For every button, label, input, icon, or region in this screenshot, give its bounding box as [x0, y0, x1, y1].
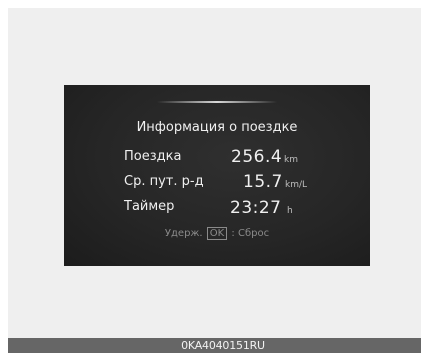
average-consumption-label: Ср. пут. р-д [124, 174, 204, 189]
trip-distance-value: 256.4 [231, 147, 283, 167]
reset-hint-prefix: Удерж. [164, 228, 203, 239]
image-code-label: 0KA4040151RU [181, 339, 265, 352]
timer-value: 23:27 [230, 198, 282, 218]
average-consumption-unit: km/L [285, 180, 308, 190]
reset-hint-suffix: : Сброс [231, 228, 270, 239]
ok-key-badge: OK [206, 227, 228, 240]
timer-label: Таймер [124, 199, 175, 214]
display-top-highlight [157, 101, 277, 103]
cluster-display: Информация о поездке Поездка 256.4 km Ср… [64, 85, 370, 266]
trip-distance-label: Поездка [124, 149, 182, 164]
reset-hint: Удерж. OK : Сброс [64, 227, 370, 240]
timer-unit: h [287, 206, 293, 216]
average-consumption-value: 15.7 [243, 172, 283, 192]
trip-distance-unit: km [284, 155, 298, 165]
trip-info-title: Информация о поездке [136, 120, 298, 135]
